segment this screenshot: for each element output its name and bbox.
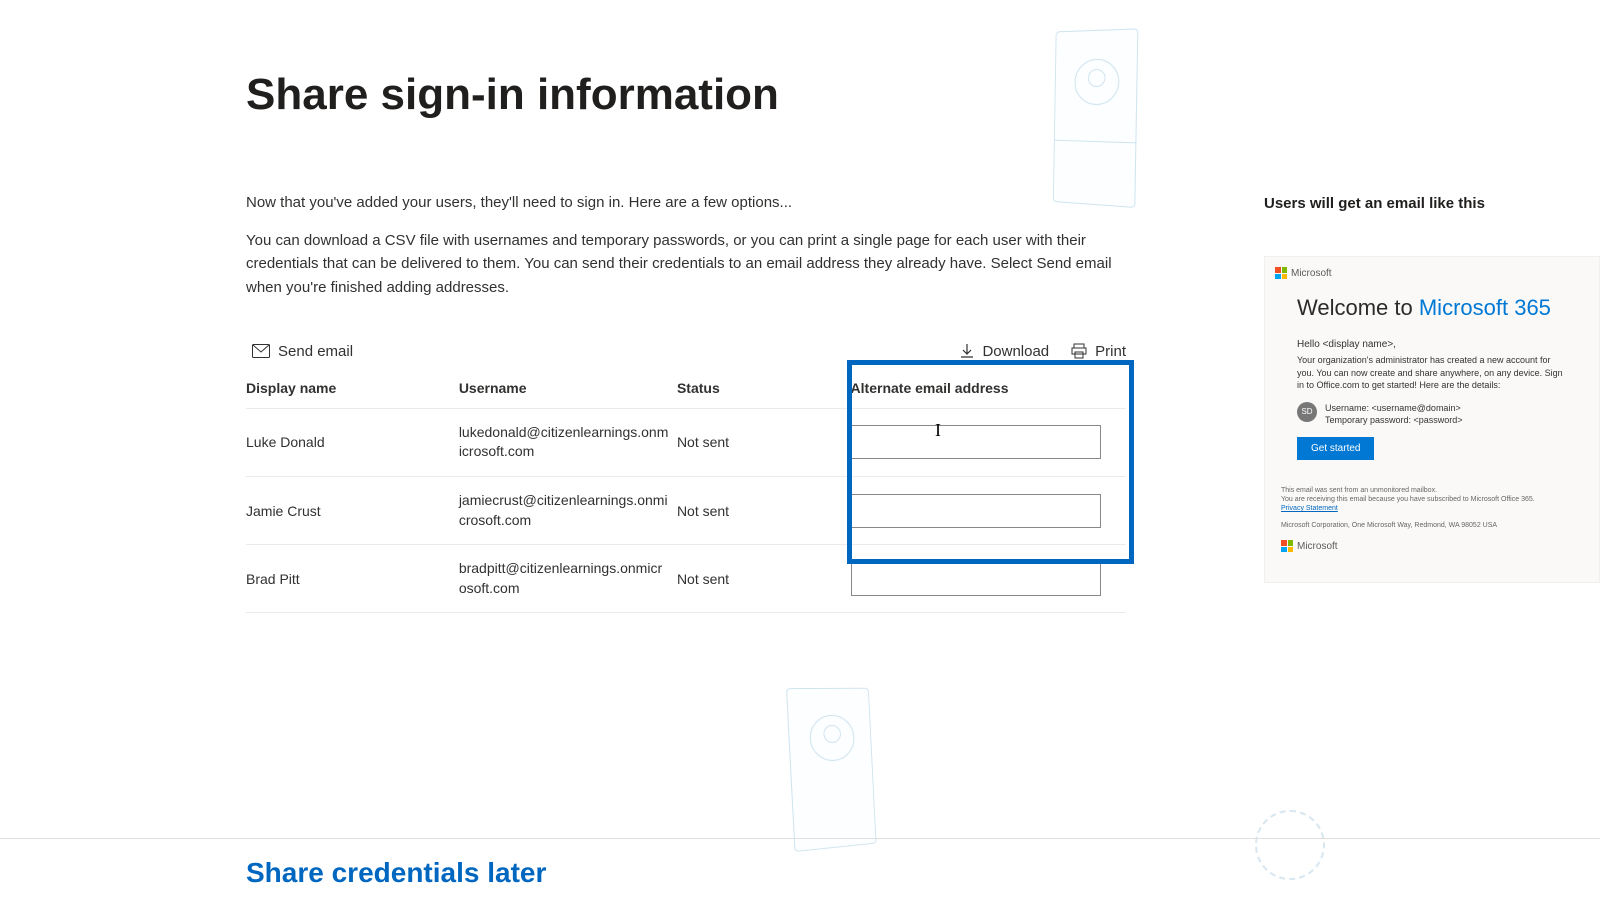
- col-username: Username: [459, 368, 677, 409]
- microsoft-logo-icon: [1275, 267, 1287, 279]
- preview-password: Temporary password: <password>: [1325, 414, 1463, 427]
- alt-email-input[interactable]: [851, 562, 1101, 596]
- table-row: Brad Pitt bradpitt@citizenlearnings.onmi…: [246, 545, 1126, 613]
- cell-status: Not sent: [677, 476, 837, 544]
- share-credentials-later-link[interactable]: Share credentials later: [246, 857, 546, 888]
- send-email-button[interactable]: Send email: [252, 343, 353, 360]
- alt-email-input[interactable]: [851, 425, 1101, 459]
- download-button[interactable]: Download: [960, 343, 1049, 360]
- table-row: Jamie Crust jamiecrust@citizenlearnings.…: [246, 476, 1126, 544]
- cell-status: Not sent: [677, 545, 837, 613]
- privacy-link[interactable]: Privacy Statement: [1281, 505, 1338, 512]
- table-row: Luke Donald lukedonald@citizenlearnings.…: [246, 408, 1126, 476]
- download-icon: [960, 343, 974, 359]
- preview-card: Microsoft Welcome to Microsoft 365 Hello…: [1264, 256, 1600, 583]
- download-label: Download: [982, 343, 1049, 360]
- decorative-card-icon: [786, 688, 877, 852]
- preview-heading: Users will get an email like this: [1264, 195, 1600, 212]
- preview-username: Username: <username@domain>: [1325, 402, 1463, 415]
- email-preview-panel: Users will get an email like this Micros…: [1264, 195, 1600, 583]
- send-email-label: Send email: [278, 343, 353, 360]
- mail-icon: [252, 344, 270, 358]
- cell-status: Not sent: [677, 408, 837, 476]
- bottom-bar: Share credentials later: [0, 838, 1600, 889]
- preview-body: Your organization's administrator has cr…: [1297, 354, 1563, 392]
- get-started-button[interactable]: Get started: [1297, 437, 1374, 460]
- col-status: Status: [677, 368, 837, 409]
- cell-username: bradpitt@citizenlearnings.onmicrosoft.co…: [459, 545, 677, 613]
- preview-brand: Microsoft: [1291, 268, 1332, 279]
- avatar-icon: SD: [1297, 402, 1317, 422]
- users-table: Display name Username Status Alternate e…: [246, 368, 1126, 614]
- preview-hello: Hello <display name>,: [1297, 339, 1589, 350]
- print-label: Print: [1095, 343, 1126, 360]
- print-button[interactable]: Print: [1071, 343, 1126, 360]
- toolbar: Send email Download Print: [246, 343, 1126, 360]
- preview-credentials: SD Username: <username@domain> Temporary…: [1297, 402, 1589, 427]
- print-icon: [1071, 343, 1087, 359]
- col-display-name: Display name: [246, 368, 459, 409]
- cell-username: jamiecrust@citizenlearnings.onmicrosoft.…: [459, 476, 677, 544]
- preview-welcome: Welcome to Microsoft 365: [1297, 295, 1589, 321]
- preview-brand-footer: Microsoft: [1297, 541, 1338, 552]
- preview-footnote: This email was sent from an unmonitored …: [1281, 486, 1589, 530]
- intro-text: Now that you've added your users, they'l…: [246, 192, 1086, 213]
- col-alt-email: Alternate email address: [837, 368, 1126, 409]
- decorative-card-icon: [1053, 28, 1138, 208]
- cell-display-name: Jamie Crust: [246, 476, 459, 544]
- microsoft-logo-icon: [1281, 540, 1293, 552]
- cell-display-name: Brad Pitt: [246, 545, 459, 613]
- cell-username: lukedonald@citizenlearnings.onmicrosoft.…: [459, 408, 677, 476]
- alt-email-input[interactable]: [851, 494, 1101, 528]
- description-text: You can download a CSV file with usernam…: [246, 229, 1126, 299]
- page-title: Share sign-in information: [246, 70, 1600, 120]
- cell-display-name: Luke Donald: [246, 408, 459, 476]
